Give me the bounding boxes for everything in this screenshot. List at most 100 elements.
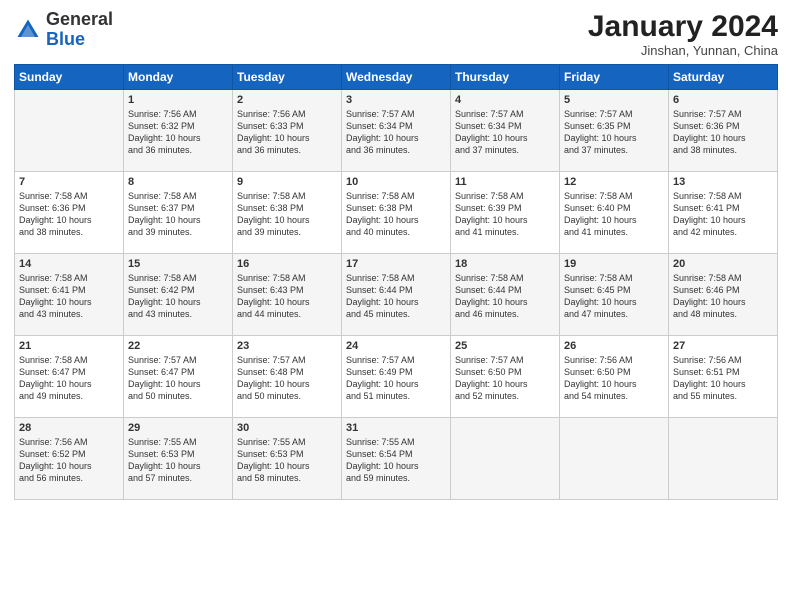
day-info: Sunrise: 7:55 AM Sunset: 6:53 PM Dayligh… bbox=[237, 436, 337, 485]
day-info: Sunrise: 7:56 AM Sunset: 6:51 PM Dayligh… bbox=[673, 354, 773, 403]
day-number: 7 bbox=[19, 176, 119, 188]
day-number: 8 bbox=[128, 176, 228, 188]
day-cell: 5Sunrise: 7:57 AM Sunset: 6:35 PM Daylig… bbox=[560, 90, 669, 172]
day-number: 4 bbox=[455, 94, 555, 106]
week-row-4: 21 Sunrise: 7:58 AM Sunset: 6:47 PM Dayli… bbox=[15, 336, 778, 418]
week-row-1: 1 Sunrise: 7:56 AM Sunset: 6:32 PM Daylig… bbox=[15, 90, 778, 172]
day-cell: 19 Sunrise: 7:58 AM Sunset: 6:45 PM Dayli… bbox=[560, 254, 669, 336]
day-info: Sunrise: 7:56 AM Sunset: 6:33 PM Dayligh… bbox=[237, 108, 337, 157]
day-info: Sunrise: 7:58 AM Sunset: 6:38 PM Dayligh… bbox=[346, 190, 446, 239]
day-number: 11 bbox=[455, 176, 555, 188]
header-day-wednesday: Wednesday bbox=[342, 65, 451, 90]
day-cell bbox=[560, 418, 669, 500]
day-number: 9 bbox=[237, 176, 337, 188]
day-number: 30 bbox=[237, 422, 337, 434]
day-info: Sunrise: 7:58 AM Sunset: 6:46 PM Dayligh… bbox=[673, 272, 773, 321]
day-number: 13 bbox=[673, 176, 773, 188]
day-cell: 31 Sunrise: 7:55 AM Sunset: 6:54 PM Dayli… bbox=[342, 418, 451, 500]
day-cell: 18 Sunrise: 7:58 AM Sunset: 6:44 PM Dayli… bbox=[451, 254, 560, 336]
day-number: 31 bbox=[346, 422, 446, 434]
day-info: Sunrise: 7:57 AM Sunset: 6:34 PM Dayligh… bbox=[346, 108, 446, 157]
day-info: Sunrise: 7:55 AM Sunset: 6:54 PM Dayligh… bbox=[346, 436, 446, 485]
day-cell bbox=[451, 418, 560, 500]
day-number: 16 bbox=[237, 258, 337, 270]
day-cell: 29 Sunrise: 7:55 AM Sunset: 6:53 PM Dayli… bbox=[124, 418, 233, 500]
day-number: 3 bbox=[346, 94, 446, 106]
logo-blue: Blue bbox=[46, 29, 85, 49]
day-cell: 11 Sunrise: 7:58 AM Sunset: 6:39 PM Dayli… bbox=[451, 172, 560, 254]
day-cell: 23Sunrise: 7:57 AM Sunset: 6:48 PM Dayli… bbox=[233, 336, 342, 418]
day-cell: 28Sunrise: 7:56 AM Sunset: 6:52 PM Dayli… bbox=[15, 418, 124, 500]
day-cell: 25 Sunrise: 7:57 AM Sunset: 6:50 PM Dayli… bbox=[451, 336, 560, 418]
day-info: Sunrise: 7:58 AM Sunset: 6:43 PM Dayligh… bbox=[237, 272, 337, 321]
calendar-header-row: SundayMondayTuesdayWednesdayThursdayFrid… bbox=[15, 65, 778, 90]
day-number: 27 bbox=[673, 340, 773, 352]
day-info: Sunrise: 7:56 AM Sunset: 6:50 PM Dayligh… bbox=[564, 354, 664, 403]
day-number: 18 bbox=[455, 258, 555, 270]
page: General Blue January 2024 Jinshan, Yunna… bbox=[0, 0, 792, 612]
day-info: Sunrise: 7:58 AM Sunset: 6:47 PM Dayligh… bbox=[19, 354, 119, 403]
day-info: Sunrise: 7:57 AM Sunset: 6:36 PM Dayligh… bbox=[673, 108, 773, 157]
day-cell: 30 Sunrise: 7:55 AM Sunset: 6:53 PM Dayli… bbox=[233, 418, 342, 500]
day-info: Sunrise: 7:58 AM Sunset: 6:37 PM Dayligh… bbox=[128, 190, 228, 239]
day-info: Sunrise: 7:58 AM Sunset: 6:39 PM Dayligh… bbox=[455, 190, 555, 239]
day-cell bbox=[15, 90, 124, 172]
day-cell: 14Sunrise: 7:58 AM Sunset: 6:41 PM Dayli… bbox=[15, 254, 124, 336]
logo: General Blue bbox=[14, 10, 113, 50]
day-cell: 9 Sunrise: 7:58 AM Sunset: 6:38 PM Daylig… bbox=[233, 172, 342, 254]
day-number: 28 bbox=[19, 422, 119, 434]
day-info: Sunrise: 7:57 AM Sunset: 6:35 PM Dayligh… bbox=[564, 108, 664, 157]
header-day-sunday: Sunday bbox=[15, 65, 124, 90]
day-info: Sunrise: 7:58 AM Sunset: 6:41 PM Dayligh… bbox=[673, 190, 773, 239]
logo-text: General Blue bbox=[46, 10, 113, 50]
day-number: 21 bbox=[19, 340, 119, 352]
title-block: January 2024 Jinshan, Yunnan, China bbox=[588, 10, 778, 58]
day-info: Sunrise: 7:57 AM Sunset: 6:50 PM Dayligh… bbox=[455, 354, 555, 403]
day-info: Sunrise: 7:58 AM Sunset: 6:36 PM Dayligh… bbox=[19, 190, 119, 239]
logo-icon bbox=[14, 16, 42, 44]
header-day-tuesday: Tuesday bbox=[233, 65, 342, 90]
week-row-5: 28Sunrise: 7:56 AM Sunset: 6:52 PM Dayli… bbox=[15, 418, 778, 500]
day-cell: 10 Sunrise: 7:58 AM Sunset: 6:38 PM Dayli… bbox=[342, 172, 451, 254]
page-subtitle: Jinshan, Yunnan, China bbox=[588, 43, 778, 58]
day-cell: 20 Sunrise: 7:58 AM Sunset: 6:46 PM Dayli… bbox=[669, 254, 778, 336]
day-number: 19 bbox=[564, 258, 664, 270]
day-info: Sunrise: 7:58 AM Sunset: 6:42 PM Dayligh… bbox=[128, 272, 228, 321]
day-number: 1 bbox=[128, 94, 228, 106]
day-info: Sunrise: 7:58 AM Sunset: 6:44 PM Dayligh… bbox=[455, 272, 555, 321]
day-number: 17 bbox=[346, 258, 446, 270]
day-cell: 22 Sunrise: 7:57 AM Sunset: 6:47 PM Dayli… bbox=[124, 336, 233, 418]
day-info: Sunrise: 7:55 AM Sunset: 6:53 PM Dayligh… bbox=[128, 436, 228, 485]
day-cell: 7 Sunrise: 7:58 AM Sunset: 6:36 PM Daylig… bbox=[15, 172, 124, 254]
day-info: Sunrise: 7:58 AM Sunset: 6:45 PM Dayligh… bbox=[564, 272, 664, 321]
day-number: 22 bbox=[128, 340, 228, 352]
day-number: 2 bbox=[237, 94, 337, 106]
day-number: 24 bbox=[346, 340, 446, 352]
day-cell: 27 Sunrise: 7:56 AM Sunset: 6:51 PM Dayli… bbox=[669, 336, 778, 418]
day-cell: 24 Sunrise: 7:57 AM Sunset: 6:49 PM Dayli… bbox=[342, 336, 451, 418]
day-number: 26 bbox=[564, 340, 664, 352]
page-title: January 2024 bbox=[588, 10, 778, 43]
day-number: 10 bbox=[346, 176, 446, 188]
day-number: 20 bbox=[673, 258, 773, 270]
day-number: 15 bbox=[128, 258, 228, 270]
day-cell: 1 Sunrise: 7:56 AM Sunset: 6:32 PM Daylig… bbox=[124, 90, 233, 172]
day-number: 29 bbox=[128, 422, 228, 434]
day-cell: 4Sunrise: 7:57 AM Sunset: 6:34 PM Daylig… bbox=[451, 90, 560, 172]
day-cell: 16 Sunrise: 7:58 AM Sunset: 6:43 PM Dayli… bbox=[233, 254, 342, 336]
day-info: Sunrise: 7:58 AM Sunset: 6:38 PM Dayligh… bbox=[237, 190, 337, 239]
day-cell: 8 Sunrise: 7:58 AM Sunset: 6:37 PM Daylig… bbox=[124, 172, 233, 254]
day-number: 12 bbox=[564, 176, 664, 188]
day-info: Sunrise: 7:58 AM Sunset: 6:40 PM Dayligh… bbox=[564, 190, 664, 239]
day-cell: 15 Sunrise: 7:58 AM Sunset: 6:42 PM Dayli… bbox=[124, 254, 233, 336]
logo-general: General bbox=[46, 9, 113, 29]
day-info: Sunrise: 7:57 AM Sunset: 6:47 PM Dayligh… bbox=[128, 354, 228, 403]
day-info: Sunrise: 7:57 AM Sunset: 6:49 PM Dayligh… bbox=[346, 354, 446, 403]
day-cell: 3 Sunrise: 7:57 AM Sunset: 6:34 PM Daylig… bbox=[342, 90, 451, 172]
header-day-saturday: Saturday bbox=[669, 65, 778, 90]
day-number: 25 bbox=[455, 340, 555, 352]
day-info: Sunrise: 7:56 AM Sunset: 6:32 PM Dayligh… bbox=[128, 108, 228, 157]
header-day-thursday: Thursday bbox=[451, 65, 560, 90]
day-info: Sunrise: 7:58 AM Sunset: 6:41 PM Dayligh… bbox=[19, 272, 119, 321]
day-info: Sunrise: 7:58 AM Sunset: 6:44 PM Dayligh… bbox=[346, 272, 446, 321]
